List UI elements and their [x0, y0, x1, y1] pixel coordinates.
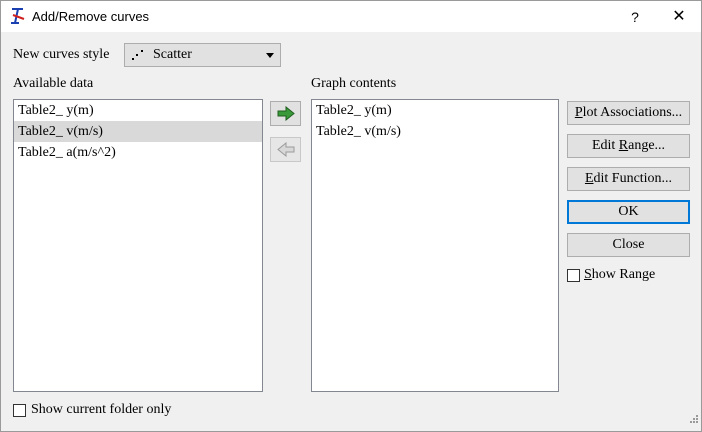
add-remove-curves-dialog: Add/Remove curves ? ✕ New curves style S… — [0, 0, 702, 432]
list-item[interactable]: Table2_ y(m) — [14, 100, 262, 121]
graph-contents-list[interactable]: Table2_ y(m) Table2_ v(m/s) — [311, 99, 559, 392]
help-button[interactable]: ? — [621, 6, 649, 28]
show-range-checkbox[interactable] — [567, 269, 580, 282]
new-curves-style-label: New curves style — [13, 47, 110, 62]
close-window-button[interactable]: ✕ — [665, 6, 693, 28]
button-label-post: dit Function... — [593, 171, 673, 186]
graph-contents-label: Graph contents — [311, 76, 397, 91]
button-access-key: P — [574, 105, 583, 120]
title-bar: Add/Remove curves ? ✕ — [1, 1, 701, 32]
app-logo-icon — [9, 7, 27, 25]
list-item[interactable]: Table2_ y(m) — [312, 100, 558, 121]
chevron-down-icon — [266, 53, 274, 58]
button-access-key: E — [584, 171, 594, 186]
curves-style-dropdown[interactable]: Scatter — [124, 43, 281, 67]
remove-curve-button[interactable] — [270, 137, 301, 162]
resize-grip-icon[interactable] — [688, 412, 698, 428]
button-label-post: lot Associations... — [582, 105, 683, 120]
button-access-key: R — [618, 138, 629, 153]
button-label-pre: Edit — [591, 138, 619, 153]
ok-button[interactable]: OK — [567, 200, 690, 224]
checkbox-label-post: how Range — [591, 267, 656, 282]
edit-function-button[interactable]: Edit Function... — [567, 167, 690, 191]
show-range-label[interactable]: Show Range — [584, 267, 655, 283]
scatter-style-icon — [131, 48, 145, 62]
window-title: Add/Remove curves — [32, 9, 150, 24]
add-curve-button[interactable] — [270, 101, 301, 126]
show-current-folder-checkbox[interactable] — [13, 404, 26, 417]
show-current-folder-label[interactable]: Show current folder only — [31, 402, 171, 418]
edit-range-button[interactable]: Edit Range... — [567, 134, 690, 158]
list-item[interactable]: Table2_ a(m/s^2) — [14, 142, 262, 163]
button-label-post: ange... — [628, 138, 666, 153]
checkbox-access-key: S — [584, 267, 592, 282]
close-button[interactable]: Close — [567, 233, 690, 257]
available-data-list[interactable]: Table2_ y(m) Table2_ v(m/s) Table2_ a(m/… — [13, 99, 263, 392]
list-item[interactable]: Table2_ v(m/s) — [312, 121, 558, 142]
available-data-label: Available data — [13, 76, 94, 91]
list-item[interactable]: Table2_ v(m/s) — [14, 121, 262, 142]
plot-associations-button[interactable]: Plot Associations... — [567, 101, 690, 125]
curves-style-value: Scatter — [153, 47, 192, 62]
